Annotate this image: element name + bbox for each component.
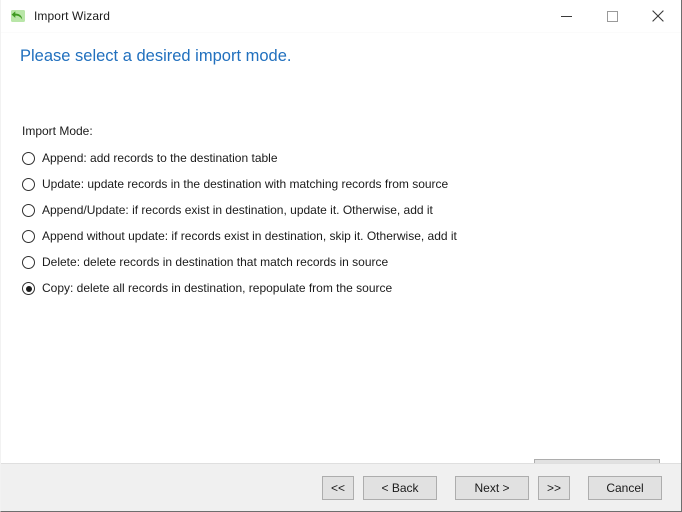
footer-button-bar: << < Back Next > >> Cancel <box>322 476 662 500</box>
radio-icon <box>22 230 35 243</box>
window-title: Import Wizard <box>34 9 110 23</box>
title-bar: Import Wizard <box>1 0 681 32</box>
radio-option-append-update[interactable]: Append/Update: if records exist in desti… <box>22 202 457 219</box>
radio-option-delete[interactable]: Delete: delete records in destination th… <box>22 254 457 271</box>
page-title: Please select a desired import mode. <box>20 47 292 65</box>
import-wizard-window: Import Wizard Please select a desired im… <box>0 0 682 512</box>
back-button[interactable]: < Back <box>363 476 437 500</box>
import-mode-radio-group: Append: add records to the destination t… <box>22 150 457 297</box>
import-arrow-icon <box>10 8 26 24</box>
wizard-footer: << < Back Next > >> Cancel <box>1 463 681 511</box>
radio-label: Delete: delete records in destination th… <box>42 255 389 269</box>
radio-icon-selected <box>22 282 35 295</box>
close-button[interactable] <box>635 0 681 32</box>
radio-label: Update: update records in the destinatio… <box>42 177 449 191</box>
radio-label: Copy: delete all records in destination,… <box>42 281 393 295</box>
radio-option-append-without-update[interactable]: Append without update: if records exist … <box>22 228 457 245</box>
close-icon <box>652 10 664 22</box>
maximize-button[interactable] <box>589 0 635 32</box>
maximize-icon <box>606 10 618 22</box>
radio-label: Append: add records to the destination t… <box>42 151 278 165</box>
radio-icon <box>22 204 35 217</box>
minimize-icon <box>560 11 572 22</box>
radio-option-update[interactable]: Update: update records in the destinatio… <box>22 176 457 193</box>
window-controls <box>543 0 681 32</box>
radio-label: Append/Update: if records exist in desti… <box>42 203 433 217</box>
radio-option-append[interactable]: Append: add records to the destination t… <box>22 150 457 167</box>
radio-icon <box>22 256 35 269</box>
radio-option-copy[interactable]: Copy: delete all records in destination,… <box>22 280 457 297</box>
wizard-body: Please select a desired import mode. Imp… <box>1 33 681 483</box>
radio-icon <box>22 152 35 165</box>
import-mode-label: Import Mode: <box>22 124 93 138</box>
last-page-button[interactable]: >> <box>538 476 570 500</box>
cancel-button[interactable]: Cancel <box>588 476 662 500</box>
radio-icon <box>22 178 35 191</box>
first-page-button[interactable]: << <box>322 476 354 500</box>
next-button[interactable]: Next > <box>455 476 529 500</box>
minimize-button[interactable] <box>543 0 589 32</box>
radio-label: Append without update: if records exist … <box>42 229 457 243</box>
